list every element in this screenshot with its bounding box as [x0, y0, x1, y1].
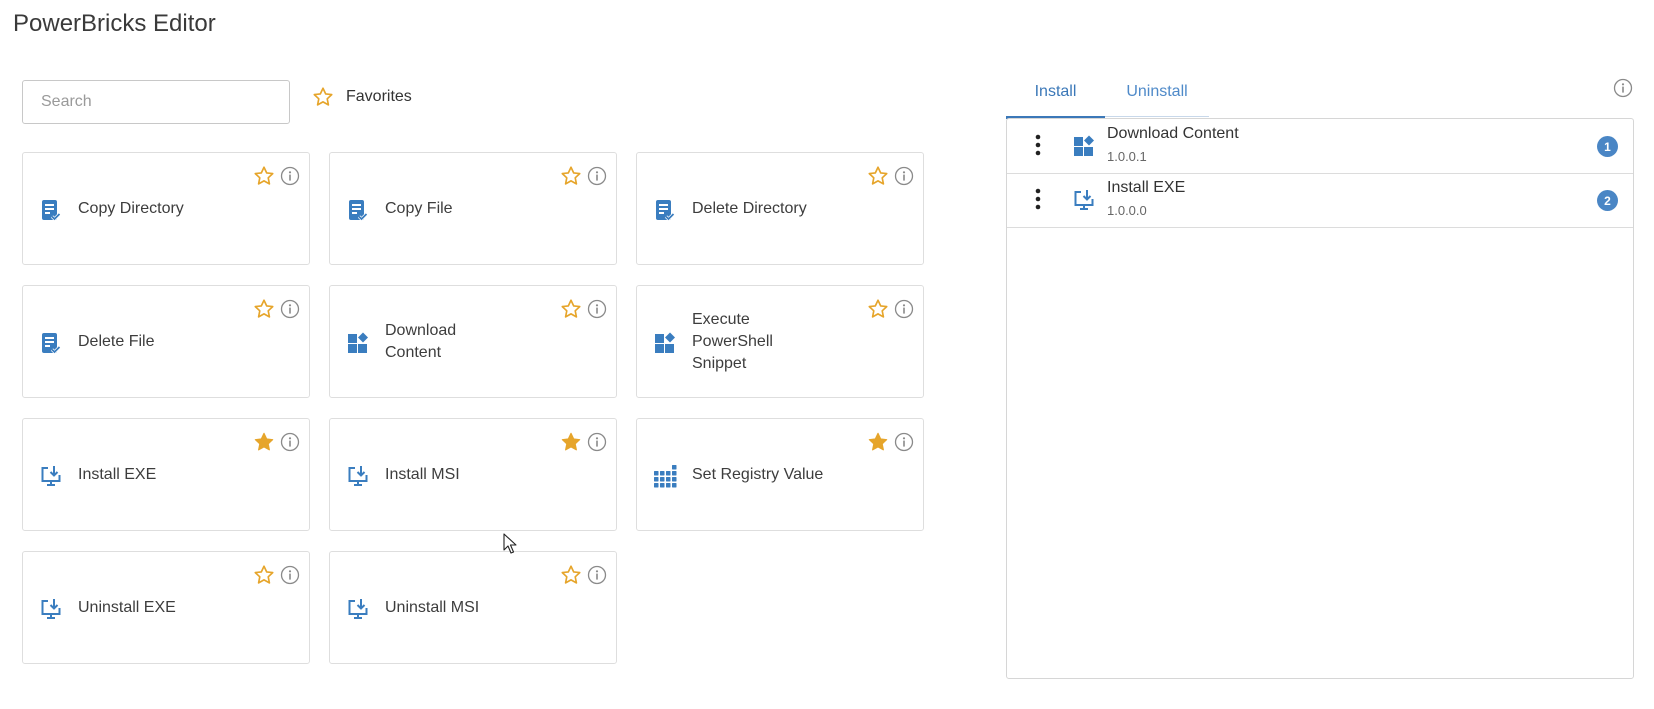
- file-check-icon: [39, 198, 63, 222]
- sequence-item-version: 1.0.0.1: [1107, 149, 1147, 164]
- brick-card-copy-file[interactable]: Copy File: [329, 152, 617, 265]
- file-check-icon: [39, 331, 63, 355]
- info-icon[interactable]: [1613, 78, 1633, 98]
- brick-label: Download Content: [385, 321, 457, 361]
- install-icon: [346, 464, 370, 488]
- brick-card-install-msi[interactable]: Install MSI: [329, 418, 617, 531]
- brick-card-copy-directory[interactable]: Copy Directory: [22, 152, 310, 265]
- install-icon: [1072, 188, 1096, 212]
- brick-card-execute-powershell-snippet[interactable]: Execute PowerShell Snippet: [636, 285, 924, 398]
- brick-card-uninstall-exe[interactable]: Uninstall EXE: [22, 551, 310, 664]
- tab-uninstall[interactable]: Uninstall: [1105, 68, 1209, 117]
- file-check-icon: [653, 198, 677, 222]
- star-outline-icon[interactable]: [253, 564, 275, 586]
- info-icon[interactable]: [587, 166, 607, 186]
- brick-label: Uninstall EXE: [78, 598, 176, 616]
- sequence-row[interactable]: Download Content 1.0.0.1 1: [1007, 119, 1633, 174]
- drag-handle-icon[interactable]: [1035, 134, 1041, 156]
- star-outline-icon[interactable]: [253, 165, 275, 187]
- favorites-label: Favorites: [346, 88, 412, 105]
- star-filled-icon[interactable]: [867, 431, 889, 453]
- info-icon[interactable]: [894, 432, 914, 452]
- star-outline-icon[interactable]: [560, 564, 582, 586]
- brick-label: Delete File: [78, 332, 155, 350]
- install-icon: [346, 597, 370, 621]
- install-icon: [39, 464, 63, 488]
- brick-label: Uninstall MSI: [385, 598, 480, 616]
- info-icon[interactable]: [280, 432, 300, 452]
- grid-dots-icon: [653, 464, 677, 488]
- star-outline-icon: [313, 87, 333, 106]
- page-title: PowerBricks Editor: [13, 10, 216, 37]
- tab-install[interactable]: Install: [1006, 68, 1105, 119]
- info-icon[interactable]: [894, 166, 914, 186]
- file-check-icon: [346, 198, 370, 222]
- widgets-icon: [1072, 134, 1096, 158]
- star-filled-icon[interactable]: [253, 431, 275, 453]
- brick-label: Install MSI: [385, 465, 460, 483]
- brick-label: Execute PowerShell Snippet: [692, 310, 773, 372]
- brick-card-install-exe[interactable]: Install EXE: [22, 418, 310, 531]
- brick-label: Delete Directory: [692, 199, 807, 217]
- info-icon[interactable]: [280, 166, 300, 186]
- brick-card-uninstall-msi[interactable]: Uninstall MSI: [329, 551, 617, 664]
- sequence-item-name: Download Content: [1107, 125, 1239, 142]
- star-outline-icon[interactable]: [560, 165, 582, 187]
- sequence-panel: Download Content 1.0.0.1 1 Install EXE 1.0.0…: [1006, 118, 1634, 679]
- search-input[interactable]: [22, 80, 290, 124]
- brick-card-download-content[interactable]: Download Content: [329, 285, 617, 398]
- info-icon[interactable]: [587, 432, 607, 452]
- star-outline-icon[interactable]: [867, 165, 889, 187]
- install-icon: [39, 597, 63, 621]
- sequence-item-version: 1.0.0.0: [1107, 203, 1147, 218]
- star-filled-icon[interactable]: [560, 431, 582, 453]
- order-badge: 1: [1597, 136, 1618, 157]
- brick-card-delete-file[interactable]: Delete File: [22, 285, 310, 398]
- brick-card-delete-directory[interactable]: Delete Directory: [636, 152, 924, 265]
- sequence-row[interactable]: Install EXE 1.0.0.0 2: [1007, 173, 1633, 228]
- drag-handle-icon[interactable]: [1035, 188, 1041, 210]
- info-icon[interactable]: [587, 299, 607, 319]
- info-icon[interactable]: [587, 565, 607, 585]
- star-outline-icon[interactable]: [253, 298, 275, 320]
- brick-label: Install EXE: [78, 465, 157, 483]
- star-outline-icon[interactable]: [867, 298, 889, 320]
- brick-label: Set Registry Value: [692, 465, 824, 483]
- brick-card-set-registry-value[interactable]: Set Registry Value: [636, 418, 924, 531]
- favorites-filter[interactable]: Favorites: [312, 84, 412, 110]
- order-badge: 2: [1597, 190, 1618, 211]
- mouse-pointer-icon: [503, 533, 517, 554]
- sequence-item-name: Install EXE: [1107, 179, 1186, 196]
- widgets-icon: [346, 331, 370, 355]
- info-icon[interactable]: [894, 299, 914, 319]
- brick-label: Copy Directory: [78, 199, 184, 217]
- brick-label: Copy File: [385, 199, 453, 217]
- widgets-icon: [653, 331, 677, 355]
- info-icon[interactable]: [280, 299, 300, 319]
- info-icon[interactable]: [280, 565, 300, 585]
- star-outline-icon[interactable]: [560, 298, 582, 320]
